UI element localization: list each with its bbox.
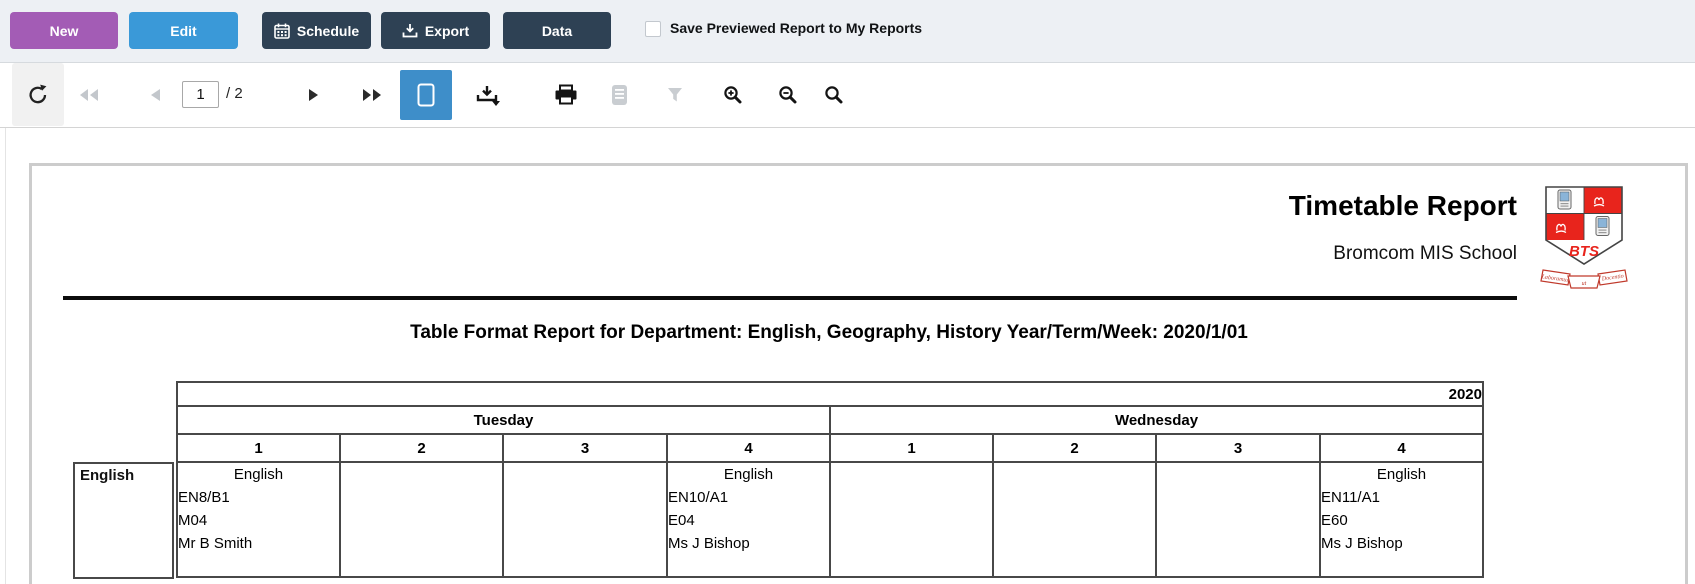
zoom-in-button[interactable] (720, 81, 746, 109)
action-bar: New Edit Schedule Export Data Save Previ… (0, 0, 1695, 63)
crest-initials: BTS (1569, 243, 1599, 260)
lesson-teacher: Mr B Smith (178, 535, 253, 552)
single-page-view-icon (417, 83, 435, 107)
department-row-label: English (73, 462, 174, 579)
lesson-cell-wednesday-2 (992, 461, 1157, 578)
crest-motto-center: ut (1582, 281, 1587, 287)
year-cell: 2020 (176, 381, 1484, 407)
lesson-subject: English (233, 466, 284, 483)
last-page-button[interactable] (358, 81, 386, 109)
filter-icon (667, 87, 683, 103)
previous-page-button[interactable] (143, 81, 167, 109)
page-total-label: / 2 (226, 85, 243, 102)
search-icon (824, 85, 844, 105)
report-heading: Table Format Report for Department: Engl… (410, 322, 1248, 343)
lesson-room: E60 (1321, 512, 1348, 529)
data-button-label: Data (541, 22, 573, 39)
lesson-cell-wednesday-4: English EN11/A1 E60 Ms J Bishop (1319, 461, 1484, 578)
lesson-room: E04 (668, 512, 695, 529)
lesson-subject: English (723, 466, 774, 483)
timetable-grid: 2020 Tuesday Wednesday 1 2 3 4 1 2 3 4 E… (176, 381, 1484, 578)
lesson-cell-tuesday-1: English EN8/B1 M04 Mr B Smith (176, 461, 341, 578)
lesson-cell-wednesday-1 (829, 461, 994, 578)
print-button[interactable] (552, 81, 580, 109)
report-title: Timetable Report (1288, 190, 1517, 221)
header-rule (63, 296, 1517, 300)
text-export-icon (611, 84, 628, 106)
new-button-label: New (49, 22, 79, 39)
first-page-button[interactable] (75, 81, 103, 109)
lesson-teacher: Ms J Bishop (1321, 535, 1403, 552)
day-header-wednesday: Wednesday (829, 405, 1484, 435)
search-button[interactable] (821, 81, 847, 109)
school-crest-logo: BTS Laboramus Docentio ut (1540, 184, 1628, 292)
lesson-cell-tuesday-3 (502, 461, 668, 578)
lesson-cell-tuesday-4: English EN10/A1 E04 Ms J Bishop (666, 461, 831, 578)
save-download-icon (476, 85, 501, 106)
period-header-tuesday-3: 3 (502, 433, 668, 463)
download-icon (402, 23, 418, 38)
schedule-button-label: Schedule (296, 22, 360, 39)
report-school-name: Bromcom MIS School (1333, 243, 1517, 264)
data-button[interactable]: Data (503, 12, 611, 49)
edit-button-label: Edit (170, 22, 197, 39)
zoom-out-button[interactable] (775, 81, 801, 109)
day-header-tuesday: Tuesday (176, 405, 831, 435)
export-button[interactable]: Export (381, 12, 490, 49)
lesson-cell-wednesday-3 (1155, 461, 1321, 578)
filter-button[interactable] (666, 83, 684, 107)
save-previewed-report-checkbox[interactable] (645, 21, 661, 37)
refresh-button[interactable] (12, 63, 64, 126)
export-button-label: Export (424, 22, 470, 39)
text-export-button[interactable] (608, 81, 630, 109)
first-page-icon (78, 87, 100, 103)
zoom-in-icon (723, 85, 743, 105)
lesson-cell-tuesday-2 (339, 461, 504, 578)
print-icon (554, 84, 578, 106)
viewer-left-edge (5, 128, 6, 584)
previous-page-icon (148, 87, 162, 103)
page-number-input[interactable] (182, 81, 219, 108)
schedule-button[interactable]: Schedule (262, 12, 371, 49)
next-page-button[interactable] (302, 81, 326, 109)
calendar-icon (274, 23, 290, 39)
period-header-wednesday-2: 2 (992, 433, 1157, 463)
period-header-wednesday-4: 4 (1319, 433, 1484, 463)
next-page-icon (307, 87, 321, 103)
period-header-wednesday-1: 1 (829, 433, 994, 463)
lesson-class: EN8/B1 (178, 489, 230, 506)
zoom-out-icon (778, 85, 798, 105)
refresh-icon (26, 83, 50, 107)
period-header-tuesday-1: 1 (176, 433, 341, 463)
last-page-icon (361, 87, 383, 103)
period-header-tuesday-4: 4 (666, 433, 831, 463)
save-download-button[interactable] (473, 81, 503, 109)
lesson-room: M04 (178, 512, 208, 529)
save-previewed-report-label: Save Previewed Report to My Reports (670, 20, 923, 36)
period-header-tuesday-2: 2 (339, 433, 504, 463)
lesson-subject: English (1376, 466, 1427, 483)
lesson-class: EN10/A1 (668, 489, 729, 506)
new-button[interactable]: New (10, 12, 118, 49)
single-page-view-button[interactable] (400, 70, 452, 120)
viewer-toolbar: / 2 (0, 63, 1695, 128)
edit-button[interactable]: Edit (129, 12, 238, 49)
lesson-class: EN11/A1 (1321, 489, 1380, 506)
period-header-wednesday-3: 3 (1155, 433, 1321, 463)
report-viewer-screen: New Edit Schedule Export Data Save Previ… (0, 0, 1695, 584)
lesson-teacher: Ms J Bishop (668, 535, 750, 552)
